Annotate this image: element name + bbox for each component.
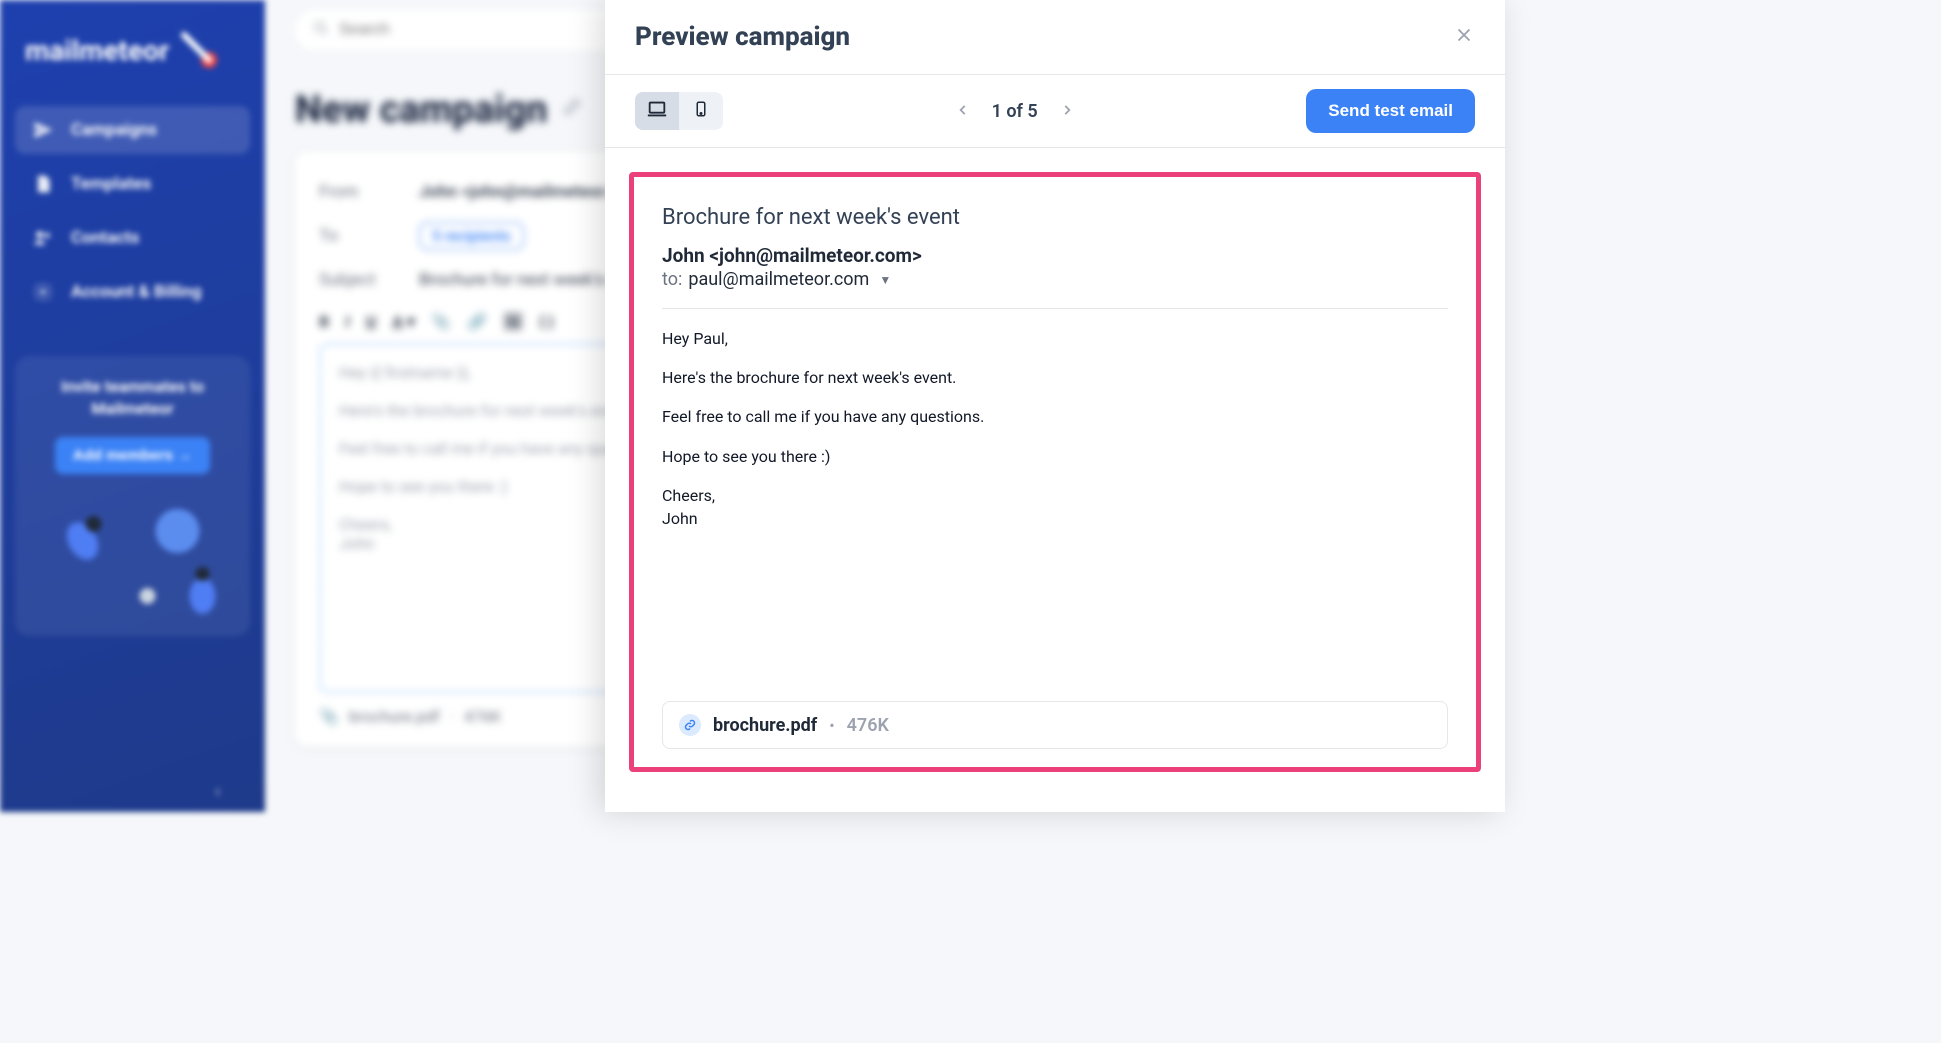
- logo: mailmeteor: [15, 30, 250, 100]
- sidebar-item-label: Campaigns: [71, 120, 157, 140]
- sidebar: mailmeteor Campaigns Templates Contacts …: [0, 0, 265, 812]
- dot-separator: •: [829, 716, 834, 735]
- modal-title: Preview campaign: [635, 22, 850, 52]
- gear-icon: [33, 282, 53, 302]
- file-icon: [33, 174, 53, 194]
- attachment-name: brochure.pdf: [349, 707, 440, 726]
- laptop-icon: [646, 98, 668, 124]
- recipients-pill[interactable]: 5 recipients: [419, 222, 524, 250]
- sidebar-item-contacts[interactable]: Contacts: [15, 214, 250, 262]
- email-body-line: Cheers, John: [662, 484, 1448, 530]
- to-label: To: [319, 226, 389, 246]
- pager: 1 of 5: [952, 97, 1078, 126]
- email-body-line: Hey Paul,: [662, 327, 1448, 350]
- text-color-icon[interactable]: A ▾: [392, 312, 415, 331]
- sidebar-item-label: Contacts: [71, 228, 139, 248]
- brand-name: mailmeteor: [25, 34, 169, 67]
- from-label: From: [319, 182, 389, 202]
- email-body-line: Feel free to call me if you have any que…: [662, 405, 1448, 428]
- close-button[interactable]: [1453, 24, 1475, 50]
- sidebar-item-label: Templates: [71, 174, 151, 194]
- sidebar-item-campaigns[interactable]: Campaigns: [15, 106, 250, 154]
- attachment-row[interactable]: brochure.pdf • 476K: [662, 701, 1448, 749]
- bold-icon[interactable]: B: [319, 312, 329, 331]
- attachment-link-icon: [679, 714, 701, 736]
- invite-illustration: [15, 486, 250, 636]
- email-body-line: Here's the brochure for next week's even…: [662, 366, 1448, 389]
- invite-teammates-card: Invite teammates to Mailmeteor Add membe…: [15, 356, 250, 636]
- phone-icon: [692, 100, 710, 122]
- underline-icon[interactable]: U: [366, 312, 377, 331]
- comet-icon: [179, 30, 219, 70]
- email-from: John <john@mailmeteor.com>: [662, 244, 1448, 267]
- attachment-size: 476K: [847, 715, 889, 736]
- email-body: Hey Paul, Here's the brochure for next w…: [662, 327, 1448, 546]
- email-subject: Brochure for next week's event: [662, 205, 1448, 230]
- send-icon: [33, 120, 53, 140]
- email-to-label: to:: [662, 269, 682, 290]
- send-test-email-button[interactable]: Send test email: [1306, 89, 1475, 133]
- sidebar-item-account[interactable]: Account & Billing: [15, 268, 250, 316]
- search-icon: [313, 20, 329, 40]
- collapse-sidebar-button[interactable]: ‹: [215, 781, 220, 802]
- desktop-view-button[interactable]: [635, 92, 679, 130]
- add-members-button[interactable]: Add members →: [55, 437, 210, 474]
- caret-down-icon: ▼: [879, 273, 891, 287]
- link-icon[interactable]: 🔗: [467, 312, 487, 331]
- edit-title-icon[interactable]: [560, 97, 582, 123]
- preview-campaign-modal: Preview campaign 1 of 5: [605, 0, 1505, 812]
- invite-title: Invite teammates to Mailmeteor: [29, 376, 236, 421]
- pager-prev-button[interactable]: [952, 97, 974, 126]
- pager-text: 1 of 5: [992, 101, 1038, 122]
- attachment-size: 476K: [464, 707, 501, 726]
- subject-label: Subject: [319, 270, 389, 290]
- attachment-icon[interactable]: 📎: [431, 312, 451, 331]
- mobile-view-button[interactable]: [679, 92, 723, 130]
- variable-icon[interactable]: { }: [539, 312, 554, 331]
- attachment-name: brochure.pdf: [713, 715, 817, 736]
- email-body-line: Hope to see you there :): [662, 445, 1448, 468]
- pager-next-button[interactable]: [1056, 97, 1078, 126]
- sidebar-item-templates[interactable]: Templates: [15, 160, 250, 208]
- page-title: New campaign: [295, 88, 548, 132]
- email-to-row[interactable]: to: paul@mailmeteor.com ▼: [662, 269, 1448, 290]
- modal-header: Preview campaign: [605, 0, 1505, 75]
- sidebar-item-label: Account & Billing: [71, 282, 202, 302]
- attachment-icon: 📎: [319, 707, 339, 726]
- modal-subheader: 1 of 5 Send test email: [605, 75, 1505, 148]
- italic-icon[interactable]: I: [345, 312, 350, 331]
- image-icon[interactable]: 🖼: [503, 312, 523, 331]
- preview-wrap: Brochure for next week's event John <joh…: [605, 148, 1505, 812]
- people-icon: [33, 228, 53, 248]
- divider: [662, 308, 1448, 309]
- email-to-value: paul@mailmeteor.com: [688, 269, 869, 290]
- preview-frame: Brochure for next week's event John <joh…: [629, 172, 1481, 772]
- device-toggle: [635, 92, 723, 130]
